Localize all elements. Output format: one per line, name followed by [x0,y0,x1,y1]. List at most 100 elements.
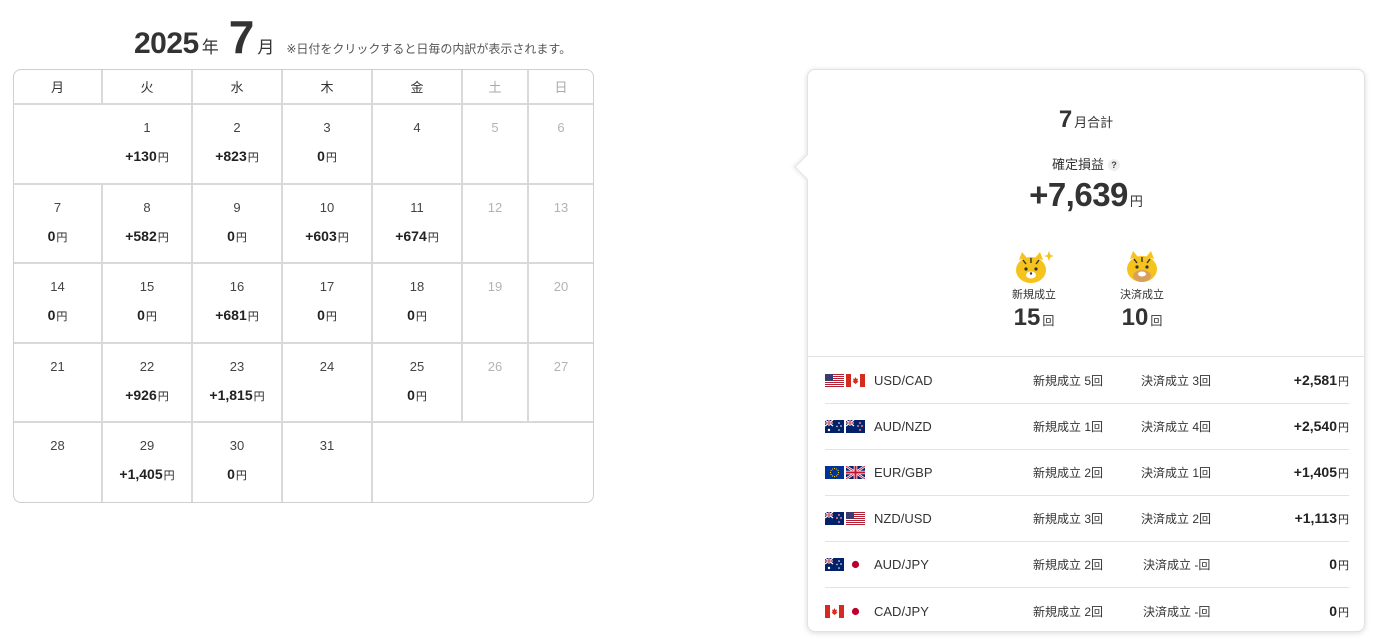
calendar-empty-cell [529,423,593,502]
realized-pl-text: 確定損益 [1051,157,1104,172]
pair-new-count: 新規成立 2回 [1033,604,1104,619]
yen-unit: 円 [157,391,169,403]
calendar-day-cell[interactable]: 23 +1,815円 [193,344,283,423]
day-number: 27 [553,359,569,374]
day-profit-value: 0 [137,307,145,323]
day-profit-value: 0 [47,307,56,323]
weekday-header: 水 [193,70,283,105]
calendar-day-cell[interactable]: 15 0円 [103,264,193,344]
day-profit: +582円 [125,228,169,245]
day-number: 15 [139,279,155,294]
calendar-day-cell: 31 [283,423,373,502]
calendar-day-cell: 27 [529,344,593,423]
calendar-day-cell[interactable]: 17 0円 [283,264,373,344]
day-number: 30 [229,438,245,453]
calendar-day-cell: 24 [283,344,373,423]
yen-unit: 円 [56,232,68,244]
calendar-day-cell[interactable]: 16 +681円 [193,264,283,344]
day-number: 10 [319,200,335,215]
day-profit: +130円 [125,148,169,165]
yen-unit: 円 [337,232,349,244]
pair-new-count: 新規成立 1回 [1033,420,1104,434]
summary-month: 7 [1058,106,1073,133]
month-total-label: 月合計 [1074,115,1114,130]
pair-flags [825,374,873,387]
day-number: 19 [487,279,503,294]
day-profit: +681円 [215,307,259,324]
calendar-day-cell[interactable]: 22 +926円 [103,344,193,423]
yen-unit: 円 [325,152,337,164]
settled-orders-count: 10 回 [1121,304,1163,331]
yen-unit: 円 [1338,606,1349,619]
calendar-day-cell[interactable]: 2 +823円 [193,105,283,185]
yen-unit: 円 [1338,376,1349,388]
day-profit: 0円 [227,228,247,245]
calendar-day-cell[interactable]: 25 0円 [373,344,463,423]
day-number: 13 [553,200,569,215]
nz-flag-icon [825,512,844,525]
pair-profit: 0円 [1329,603,1349,620]
pair-profit-value: +2,540 [1293,418,1337,434]
day-number: 2 [233,120,241,135]
help-icon[interactable]: ? [1108,159,1120,171]
day-number: 4 [413,120,421,135]
day-number: 16 [229,279,245,294]
pair-settled-count: 決済成立 -回 [1143,604,1211,619]
calendar-day-cell[interactable]: 14 0円 [14,264,103,344]
day-number: 18 [409,279,425,294]
pair-settled-count: 決済成立 1回 [1141,466,1212,480]
day-profit: +823円 [215,148,259,165]
day-profit-value: +582 [125,228,157,244]
pair-name: NZD/USD [874,511,932,526]
day-profit-value: 0 [407,307,415,323]
realized-pl-label: 確定損益? [808,154,1364,173]
pair-profit: +2,581円 [1294,372,1349,389]
weekday-header: 木 [283,70,373,105]
yen-unit: 円 [247,152,259,164]
day-profit-value: +1,815 [209,387,253,403]
calendar-day-cell[interactable]: 11 +674円 [373,185,463,264]
total-value: +7,639 [1029,176,1128,213]
day-number: 24 [319,359,335,374]
calendar-day-cell: 5 [463,105,529,185]
calendar-day-cell[interactable]: 10 +603円 [283,185,373,264]
yen-unit: 円 [427,232,439,244]
jp-flag-icon [846,604,865,618]
calendar-day-cell[interactable]: 30 0円 [193,423,283,502]
eu-flag-icon [825,466,844,479]
weekday-header: 土 [463,70,529,105]
calendar-day-cell[interactable]: 3 0円 [283,105,373,185]
calendar-day-cell[interactable]: 29 +1,405円 [103,423,193,502]
day-profit-value: +674 [395,228,427,244]
pair-new-count: 新規成立 2回 [1033,558,1104,572]
yen-unit: 円 [325,311,337,323]
day-number: 22 [139,359,155,374]
calendar-day-cell: 12 [463,185,529,264]
yen-unit: 円 [1338,560,1349,572]
yen-unit: 円 [56,311,68,323]
calendar-day-cell[interactable]: 7 0円 [14,185,103,264]
pair-profit-value: 0 [1329,556,1337,572]
day-number: 7 [53,200,62,215]
year-unit: 年 [201,38,219,57]
yen-unit: 円 [163,470,175,482]
pair-new-count: 新規成立 5回 [1033,374,1104,388]
month: 7 [228,11,255,63]
currency-pair-row: CAD/JPY 新規成立 2回 決済成立 -回 0円 [825,588,1349,634]
new-orders-stat: 新規成立 15 回 [999,248,1069,332]
calendar-day-cell[interactable]: 18 0円 [373,264,463,344]
calendar-day-cell[interactable]: 1 +130円 [103,105,193,185]
month-total-heading: 7 月合計 [808,106,1364,134]
tiger-mascot-icon [1016,251,1054,283]
calendar-day-cell: 26 [463,344,529,423]
calendar-day-cell[interactable]: 9 0円 [193,185,283,264]
gb-flag-icon [846,466,865,479]
pair-profit-value: +1,113 [1294,510,1337,526]
realized-pl-total: +7,639 円 [808,176,1364,214]
calendar-day-cell[interactable]: 8 +582円 [103,185,193,264]
day-number: 1 [143,120,151,135]
day-profit-value: 0 [227,466,235,482]
calendar-day-cell: 28 [14,423,103,502]
day-profit: 0円 [317,307,337,324]
pair-name: AUD/JPY [874,557,929,572]
